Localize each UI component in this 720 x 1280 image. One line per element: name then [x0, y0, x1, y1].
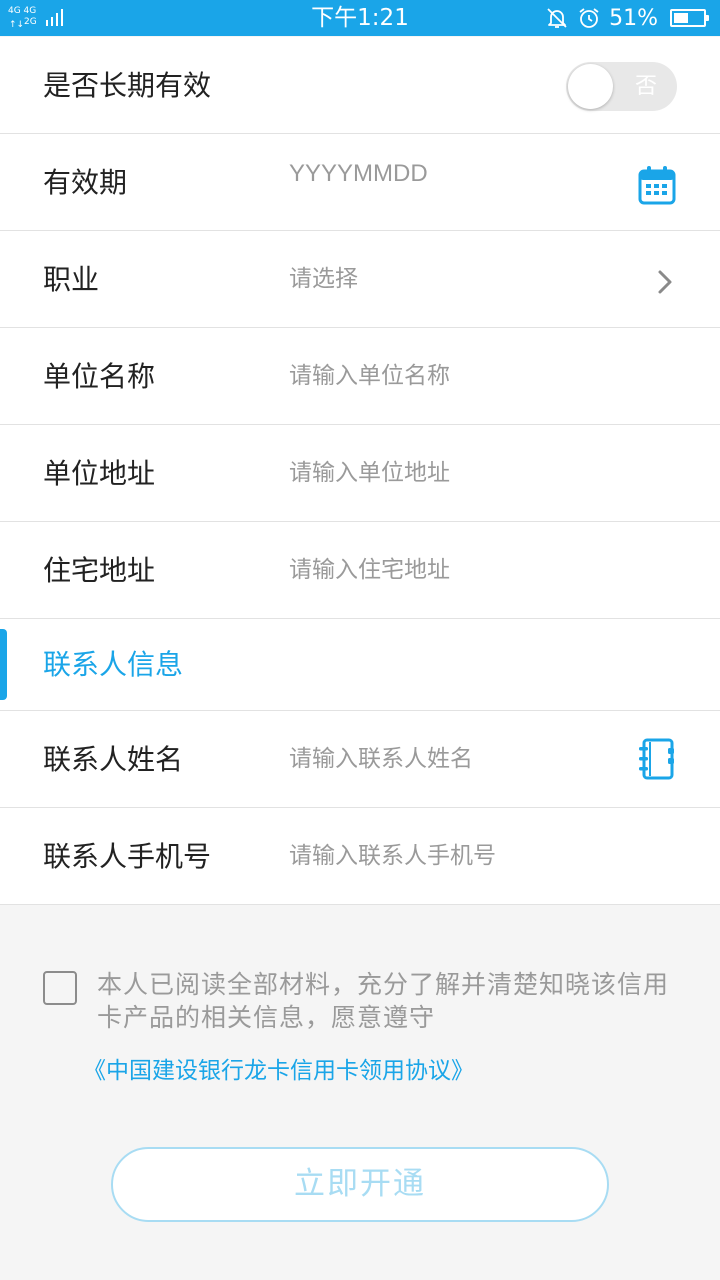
- company-name-input[interactable]: 请输入单位名称: [289, 328, 450, 425]
- mute-bell-icon: [547, 8, 567, 28]
- contact-phone-input[interactable]: 请输入联系人手机号: [289, 808, 496, 905]
- toggle-text: 否: [634, 74, 657, 99]
- occupation-label: 职业: [43, 263, 100, 296]
- long-term-valid-toggle[interactable]: 否: [566, 62, 677, 111]
- battery-level: [674, 13, 688, 23]
- expiry-input[interactable]: YYYYMMDD: [289, 162, 428, 186]
- company-name-label: 单位名称: [43, 360, 156, 393]
- agreement-checkbox[interactable]: [43, 971, 77, 1005]
- home-address-row[interactable]: 住宅地址 请输入住宅地址: [0, 522, 720, 619]
- agreement-link[interactable]: 《中国建设银行龙卡信用卡领用协议》: [83, 1056, 474, 1086]
- toggle-knob: [568, 64, 613, 109]
- status-bar: 4G 4G 2G ↑↓ 下午1:21 51%: [0, 0, 720, 36]
- long-term-valid-label: 是否长期有效: [43, 69, 212, 102]
- chevron-right-icon: [658, 270, 672, 294]
- contact-section-title: 联系人信息: [43, 648, 184, 681]
- section-accent-bar: [0, 629, 7, 700]
- long-term-valid-row: 是否长期有效 否: [0, 37, 720, 134]
- agreement-text: 本人已阅读全部材料，充分了解并清楚知晓该信用卡产品的相关信息，愿意遵守: [97, 970, 670, 1032]
- form-list: 是否长期有效 否 有效期 YYYYMMDD 职业 请选择 单位名称 请输入单位名…: [0, 37, 720, 905]
- contact-name-label: 联系人姓名: [43, 743, 184, 776]
- expiry-row[interactable]: 有效期 YYYYMMDD: [0, 134, 720, 231]
- contact-name-input[interactable]: 请输入联系人姓名: [289, 711, 473, 808]
- battery-icon: [670, 9, 709, 27]
- battery-percent: 51%: [609, 5, 658, 31]
- home-address-input[interactable]: 请输入住宅地址: [289, 522, 450, 619]
- company-address-row[interactable]: 单位地址 请输入单位地址: [0, 425, 720, 522]
- occupation-row[interactable]: 职业 请选择: [0, 231, 720, 328]
- alarm-clock-icon: [579, 8, 599, 28]
- contact-section-header: 联系人信息: [0, 619, 720, 711]
- agreement-section: 本人已阅读全部材料，充分了解并清楚知晓该信用卡产品的相关信息，愿意遵守 《中国建…: [0, 908, 720, 1280]
- company-name-row[interactable]: 单位名称 请输入单位名称: [0, 328, 720, 425]
- status-right-group: 51%: [545, 5, 709, 31]
- occupation-select[interactable]: 请选择: [289, 231, 358, 328]
- contact-phone-label: 联系人手机号: [43, 840, 212, 873]
- calendar-icon[interactable]: [638, 165, 676, 205]
- contact-name-row[interactable]: 联系人姓名 请输入联系人姓名: [0, 711, 720, 808]
- contact-phone-row[interactable]: 联系人手机号 请输入联系人手机号: [0, 808, 720, 905]
- expiry-label: 有效期: [43, 166, 128, 199]
- address-book-icon[interactable]: [638, 738, 676, 780]
- company-address-label: 单位地址: [43, 457, 156, 490]
- company-address-input[interactable]: 请输入单位地址: [289, 425, 450, 522]
- home-address-label: 住宅地址: [43, 554, 156, 587]
- submit-button[interactable]: 立即开通: [111, 1147, 609, 1222]
